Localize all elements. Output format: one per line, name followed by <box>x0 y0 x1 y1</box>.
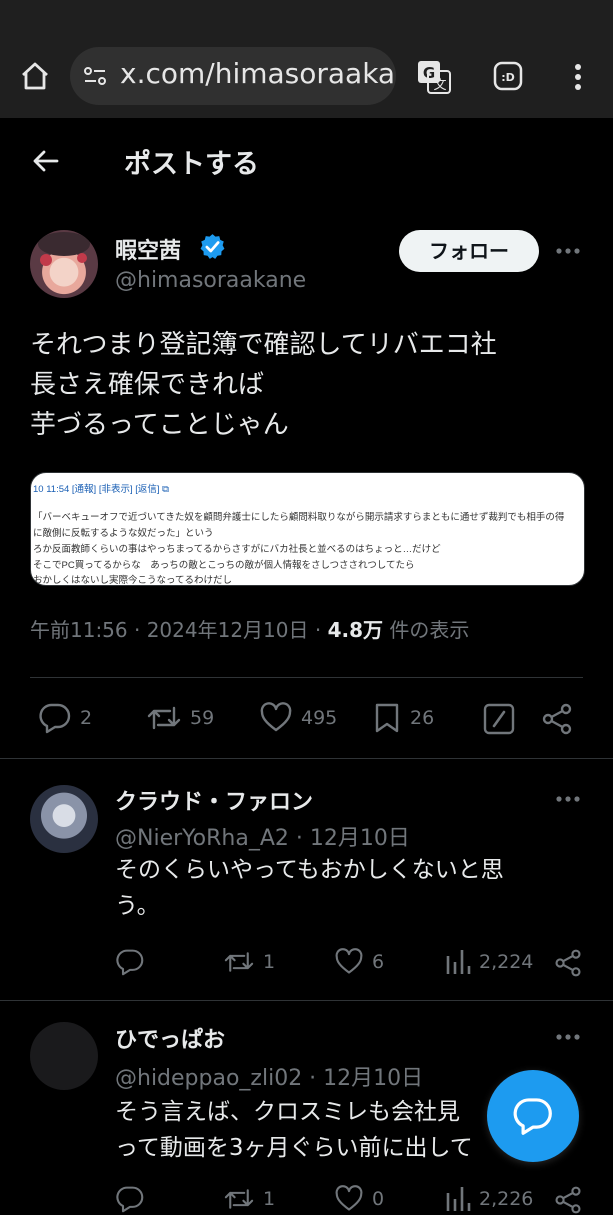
heart-icon <box>335 948 363 974</box>
reply-button[interactable] <box>115 948 153 976</box>
like-button[interactable]: 495 <box>259 702 337 734</box>
page-header: ポストする <box>0 118 613 204</box>
reply-button[interactable] <box>115 1185 153 1213</box>
image-text-line: に敵側に反転するような奴だった」という <box>33 528 214 539</box>
author-avatar[interactable] <box>30 230 98 298</box>
repost-count: 1 <box>263 951 276 973</box>
reply-icon <box>116 949 144 976</box>
analytics-icon <box>446 950 471 974</box>
browser-toolbar: x.com/himasoraakar G 文 :D <box>0 0 613 118</box>
heart-icon <box>335 1185 363 1211</box>
image-text-line: おかしくはないし実際今こうなってるわけだし <box>33 575 233 586</box>
view-count-label: 件の表示 <box>383 618 470 642</box>
author-handle[interactable]: @himasoraakane <box>115 268 306 293</box>
reply-text: そう言えば、クロスミレも会社見 って動画を3ヶ月ぐらい前に出して <box>115 1094 515 1166</box>
repost-button[interactable]: 1 <box>223 948 275 976</box>
heart-icon <box>260 702 292 732</box>
post-meta: 午前11:56 · 2024年12月10日 · 4.8万 件の表示 <box>30 614 469 643</box>
post-image[interactable]: 10 11:54 [通報] [非表示] [返信] ⧉ 「バーベキューオフで近づい… <box>30 472 585 586</box>
reply-icon <box>39 703 71 734</box>
extension-icon[interactable]: :D <box>493 61 523 91</box>
bookmark-count: 26 <box>410 707 435 729</box>
post-text-line: それつまり登記簿で確認してリバエコ社 <box>30 330 497 360</box>
views-button[interactable]: 2,226 <box>445 1185 533 1213</box>
reply-avatar[interactable] <box>30 1022 98 1090</box>
post-text-line: 長さえ確保できれば <box>30 370 265 400</box>
bookmark-icon <box>375 703 399 733</box>
back-arrow-icon[interactable] <box>30 146 60 176</box>
site-settings-icon[interactable] <box>83 64 107 88</box>
image-text-line: 「バーベキューオフで近づいてきた奴を顧問弁護士にしたら顧問料取りながら開示請求す… <box>33 512 565 523</box>
post-timestamp[interactable]: 午前11:56 · 2024年12月10日 · <box>30 618 328 642</box>
reply-handle[interactable]: @NierYoRha_A2 · 12月10日 <box>115 820 410 852</box>
url-text[interactable]: x.com/himasoraakar <box>120 57 396 90</box>
repost-button[interactable]: 59 <box>146 702 214 734</box>
repost-count: 1 <box>263 1188 276 1210</box>
svg-text:文: 文 <box>433 78 446 93</box>
repost-count: 59 <box>190 707 215 729</box>
more-options-icon[interactable] <box>555 1033 581 1041</box>
compose-reply-button[interactable] <box>487 1070 579 1162</box>
grok-icon[interactable] <box>482 702 516 736</box>
svg-text::D: :D <box>501 71 515 84</box>
reply-text: そのくらいやってもおかしくないと思 う。 <box>115 852 504 924</box>
repost-icon <box>224 952 254 972</box>
like-count: 0 <box>372 1188 385 1210</box>
analytics-icon <box>446 1187 471 1211</box>
like-button[interactable]: 0 <box>334 1185 384 1213</box>
view-count: 4.8万 <box>327 618 384 642</box>
repost-button[interactable]: 1 <box>223 1185 275 1213</box>
like-button[interactable]: 6 <box>334 948 384 976</box>
reply-author-name[interactable]: ひでっぱお <box>115 1022 225 1054</box>
follow-button[interactable]: フォロー <box>399 230 539 272</box>
view-count: 2,226 <box>479 1188 534 1210</box>
reply-button[interactable]: 2 <box>38 702 92 734</box>
verified-badge-icon <box>200 234 225 259</box>
address-bar[interactable]: x.com/himasoraakar <box>70 47 396 105</box>
kebab-menu-icon[interactable] <box>567 63 589 91</box>
reply-author-name[interactable]: クラウド・ファロン <box>115 784 313 816</box>
reply-icon <box>116 1186 144 1213</box>
share-icon[interactable] <box>540 702 574 736</box>
translate-icon[interactable]: G 文 <box>416 59 452 95</box>
image-text-line: そこでPC買ってるからな あっちの敵とこっちの敵が個人情報をさしつさされつしてた… <box>33 560 415 571</box>
repost-icon <box>147 706 181 730</box>
post-text: それつまり登記簿で確認してリバエコ社 長さえ確保できれば 芋づるってことじゃん <box>30 325 590 445</box>
more-options-icon[interactable] <box>555 247 581 255</box>
divider <box>0 758 613 759</box>
share-icon[interactable] <box>553 1185 583 1215</box>
reply-bubble-icon <box>513 1098 552 1135</box>
home-icon[interactable] <box>20 61 50 91</box>
more-options-icon[interactable] <box>555 795 581 803</box>
bookmark-button[interactable]: 26 <box>372 702 434 734</box>
share-icon[interactable] <box>553 948 583 978</box>
reply-text-line: そのくらいやってもおかしくないと思 <box>115 857 504 883</box>
reply-text-line: そう言えば、クロスミレも会社見 <box>115 1099 460 1125</box>
reply-count: 2 <box>80 707 93 729</box>
author-name[interactable]: 暇空茜 <box>115 233 181 265</box>
divider <box>0 1000 613 1001</box>
view-count: 2,224 <box>479 951 534 973</box>
post-text-line: 芋づるってことじゃん <box>30 410 289 440</box>
views-button[interactable]: 2,224 <box>445 948 533 976</box>
image-text-line: ろか反面教師くらいの事はやっちまってるからさすがにバカ社長と並べるのはちょっと…… <box>33 544 441 555</box>
image-text-header: 10 11:54 [通報] [非表示] [返信] ⧉ <box>33 484 169 495</box>
like-count: 6 <box>372 951 385 973</box>
like-count: 495 <box>301 707 338 729</box>
reply-text-line: う。 <box>115 893 160 919</box>
reply-avatar[interactable] <box>30 785 98 853</box>
repost-icon <box>224 1189 254 1209</box>
page-title: ポストする <box>124 149 259 180</box>
reply-text-line: って動画を3ヶ月ぐらい前に出して <box>115 1135 473 1161</box>
divider <box>30 677 583 678</box>
reply-handle[interactable]: @hideppao_zli02 · 12月10日 <box>115 1060 423 1092</box>
